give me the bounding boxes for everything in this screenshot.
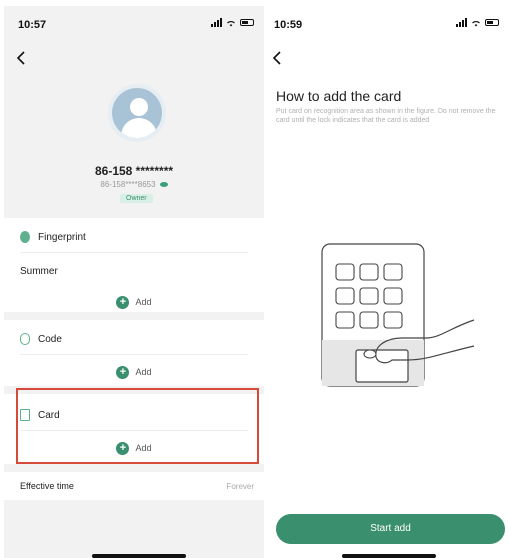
effective-time-value: Forever (226, 482, 254, 491)
card-on-lock-illustration (321, 243, 475, 387)
code-header: Code (20, 326, 248, 352)
home-indicator (342, 554, 436, 558)
instruction-text: Put card on recognition area as shown in… (276, 108, 496, 124)
user-phone-masked: 86-158****8653 (100, 180, 156, 189)
user-phone: 86-158 ******** (94, 164, 174, 178)
divider (20, 354, 248, 355)
status-icons (456, 18, 499, 27)
battery-icon (240, 19, 254, 26)
chevron-left-icon (16, 51, 25, 65)
add-label: Add (135, 297, 152, 307)
eye-icon[interactable] (159, 182, 168, 188)
add-fingerprint-button[interactable]: + Add (4, 294, 264, 310)
back-button[interactable] (16, 50, 26, 68)
start-add-button[interactable]: Start add (276, 514, 505, 544)
wifi-icon (472, 20, 480, 26)
divider (20, 252, 248, 253)
role-badge: Owner (120, 194, 153, 203)
plus-icon: + (116, 295, 130, 309)
code-section: Code + Add (4, 320, 264, 386)
status-bar: 10:57 (4, 6, 264, 40)
status-bar: 10:59 (266, 6, 509, 40)
add-label: Add (135, 367, 152, 377)
chevron-left-icon (272, 51, 281, 65)
code-icon (20, 333, 30, 345)
lock-user-detail-screen: 10:57 86-158 ******** 86-158****8653 Own… (4, 6, 264, 558)
signal-icon (456, 18, 467, 27)
fingerprint-user-name: Summer (20, 265, 58, 277)
code-label: Code (38, 333, 62, 345)
wifi-icon (227, 20, 235, 26)
fingerprint-section: Fingerprint Summer + Add (4, 218, 264, 312)
card-section-highlight (16, 388, 259, 464)
fingerprint-header: Fingerprint (20, 224, 248, 250)
effective-time-row[interactable]: Effective time Forever (4, 472, 264, 500)
plus-icon: + (116, 365, 130, 379)
profile-section: 86-158 ******** 86-158****8653 Owner (4, 76, 264, 216)
signal-icon (211, 18, 222, 27)
status-time: 10:57 (18, 19, 47, 31)
fingerprint-user-item[interactable]: Summer (20, 258, 248, 284)
user-phone-masked-row: 86-158****8653 (4, 180, 264, 189)
avatar (108, 84, 166, 142)
status-time: 10:59 (274, 19, 303, 31)
add-code-button[interactable]: + Add (4, 364, 264, 380)
page-title: How to add the card (276, 88, 402, 104)
home-indicator (92, 554, 186, 558)
effective-time-label: Effective time (20, 481, 74, 491)
status-icons (211, 18, 254, 27)
add-card-guide-screen: 10:59 How to add the card Put card on re… (266, 6, 509, 558)
fingerprint-label: Fingerprint (38, 231, 86, 243)
fingerprint-icon (20, 231, 30, 243)
battery-icon (485, 19, 499, 26)
back-button[interactable] (272, 50, 282, 68)
